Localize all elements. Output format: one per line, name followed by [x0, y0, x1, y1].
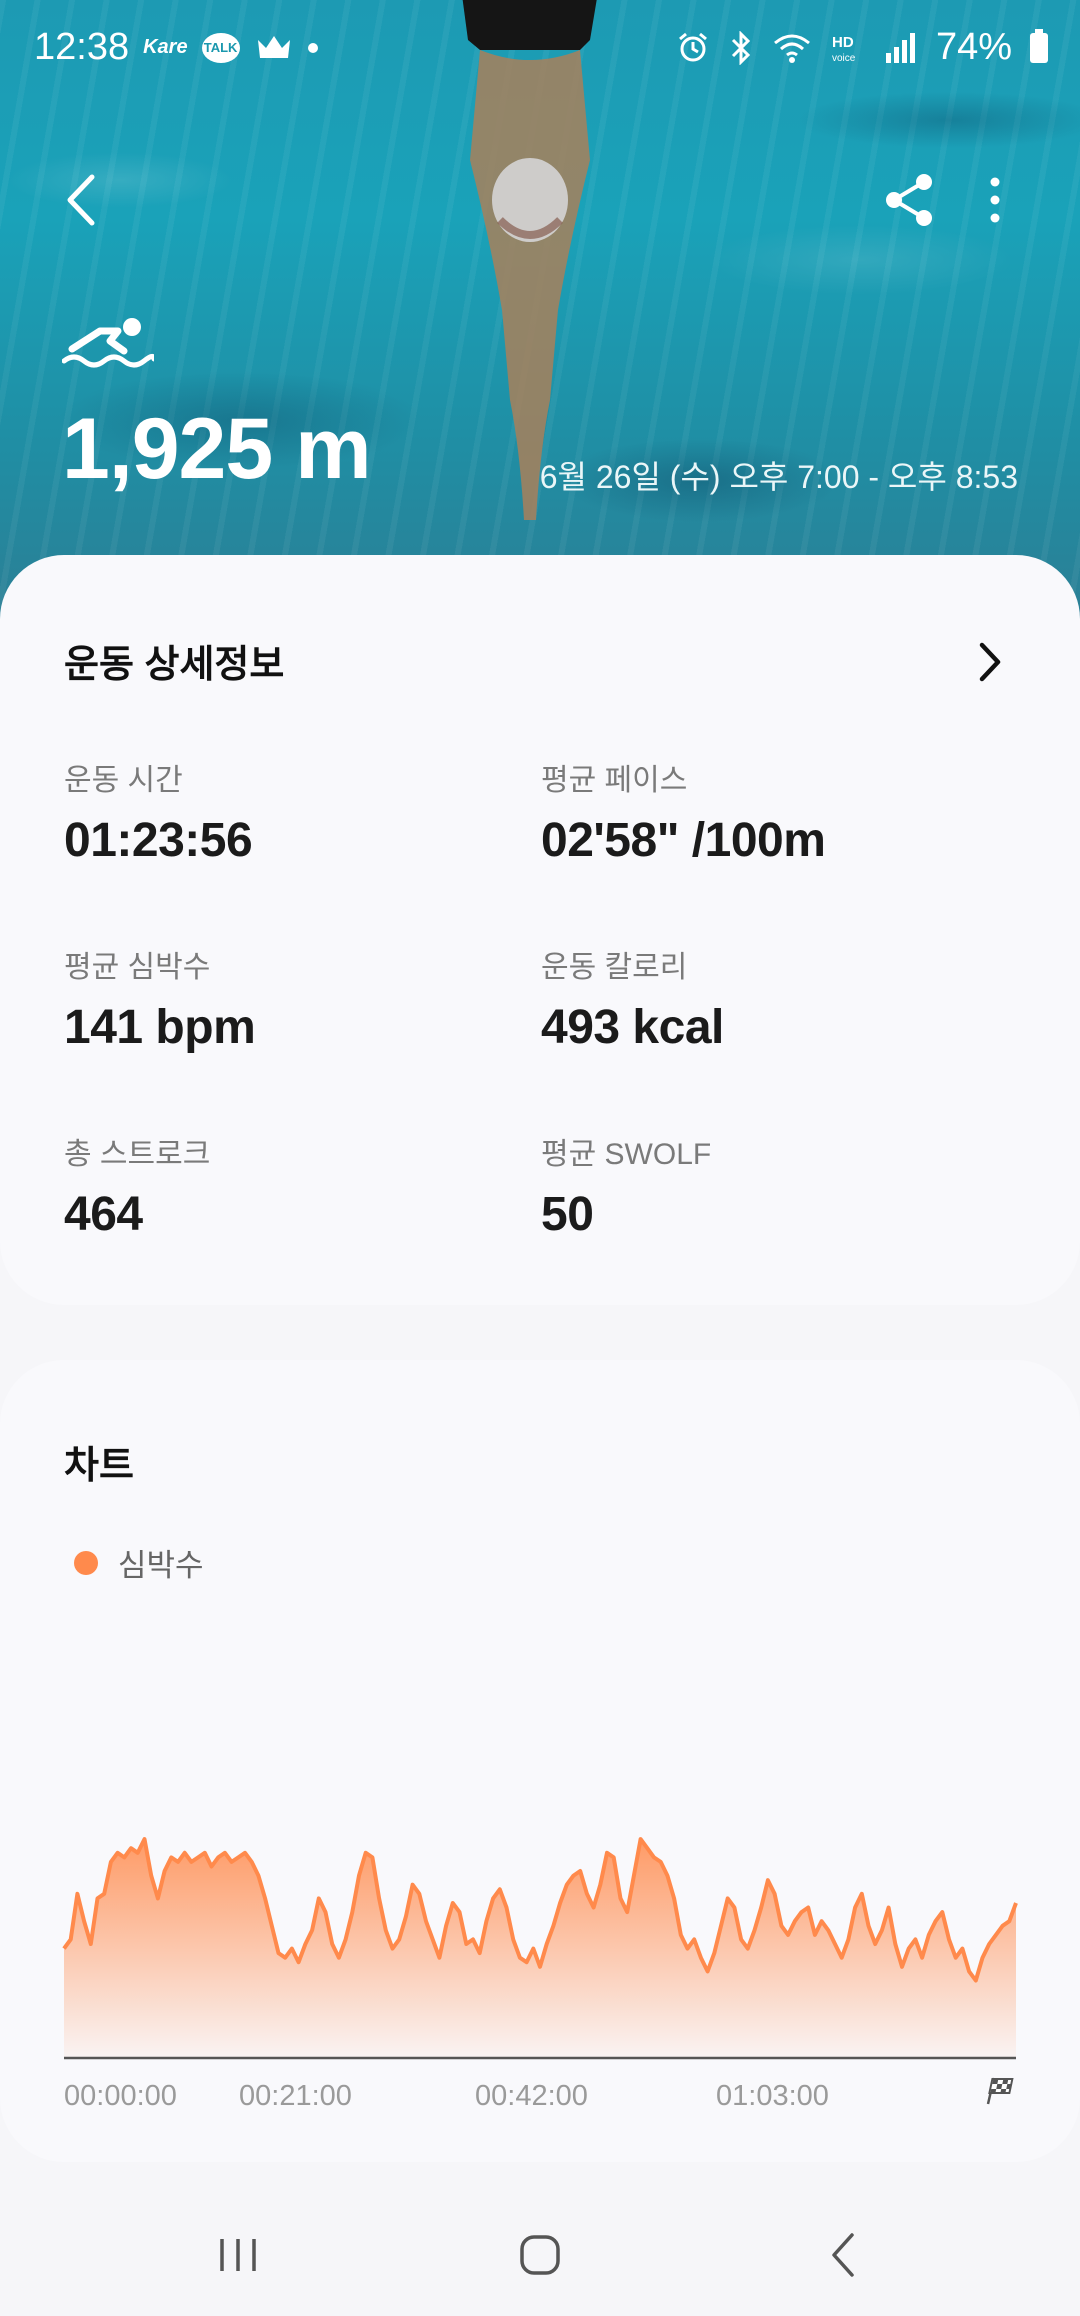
metric-value: 50: [541, 1188, 594, 1241]
notification-dot-icon: [307, 42, 318, 53]
chevron-right-icon[interactable]: [970, 637, 1010, 687]
kare-app-icon: Kare: [143, 36, 188, 58]
metric-label: 평균 SWOLF: [541, 1138, 712, 1171]
metric-label: 평균 심박수: [64, 951, 211, 984]
more-options-button[interactable]: [975, 170, 1015, 230]
back-icon: [832, 2233, 854, 2277]
swimming-icon: [62, 318, 154, 368]
metric-avg-swolf: 평균 SWOLF 50: [541, 1129, 711, 1242]
alarm-icon: [678, 32, 707, 61]
metric-value: 01:23:56: [64, 814, 253, 867]
home-icon: [520, 2235, 560, 2275]
metric-label: 총 스트로크: [64, 1138, 211, 1171]
metric-value: 493 kcal: [541, 1001, 724, 1054]
bluetooth-icon: [731, 30, 751, 65]
workout-details-card[interactable]: 운동 상세정보 운동 시간 01:23:56 평균 페이스 02'58" /10…: [0, 555, 1080, 1305]
signal-icon: [885, 32, 915, 63]
status-bar: 12:38 Kare TALK HD voice 74%: [0, 0, 1080, 96]
hd-voice-icon: HD voice: [832, 34, 856, 64]
nav-back-button[interactable]: [804, 2220, 884, 2290]
crown-icon: [257, 35, 290, 58]
home-button[interactable]: [500, 2220, 580, 2290]
chart-card: 차트 심박수 00:00:00 00:21:00 00:42:00 01:03:…: [0, 1360, 1080, 2162]
metric-label: 평균 페이스: [541, 764, 688, 797]
hero-image: 12:38 Kare TALK HD voice 74% 1,925 m 6월 …: [0, 0, 1080, 620]
workout-datetime: 6월 26일 (수) 오후 7:00 - 오후 8:53: [539, 459, 1018, 495]
metric-duration: 운동 시간 01:23:56: [64, 755, 253, 868]
x-tick-label: 01:03:00: [716, 2080, 829, 2112]
metric-value: 02'58" /100m: [541, 814, 826, 867]
back-button[interactable]: [52, 165, 112, 235]
metric-label: 운동 시간: [64, 764, 183, 797]
metric-calories: 운동 칼로리 493 kcal: [541, 942, 724, 1055]
metric-avg-pace: 평균 페이스 02'58" /100m: [541, 755, 826, 868]
total-distance: 1,925 m: [62, 401, 372, 497]
heart-rate-area: [64, 1839, 1016, 2058]
recent-apps-icon: [220, 2239, 256, 2271]
x-tick-label: 00:42:00: [475, 2080, 588, 2112]
system-nav-bar: [0, 2190, 1080, 2316]
metric-avg-heart-rate: 평균 심박수 141 bpm: [64, 942, 256, 1055]
status-time: 12:38: [34, 26, 130, 68]
metric-value: 141 bpm: [64, 1001, 256, 1054]
battery-icon: [1030, 28, 1048, 63]
wifi-icon: [773, 34, 810, 63]
heart-rate-chart: [62, 1837, 1018, 2060]
x-tick-label: 00:21:00: [239, 2080, 352, 2112]
details-title: 운동 상세정보: [64, 644, 285, 686]
svg-text:HD: HD: [832, 34, 854, 51]
share-button[interactable]: [880, 170, 940, 230]
metric-total-strokes: 총 스트로크 464: [64, 1129, 210, 1242]
svg-text:voice: voice: [832, 53, 856, 64]
metric-value: 464: [64, 1188, 143, 1241]
recent-apps-button[interactable]: [198, 2220, 278, 2290]
metric-label: 운동 칼로리: [541, 951, 688, 984]
kakaotalk-icon: TALK: [201, 32, 240, 63]
battery-percent: 74%: [935, 26, 1012, 68]
finish-flag-icon: [986, 2077, 1014, 2105]
x-tick-label: 00:00:00: [64, 2080, 177, 2112]
